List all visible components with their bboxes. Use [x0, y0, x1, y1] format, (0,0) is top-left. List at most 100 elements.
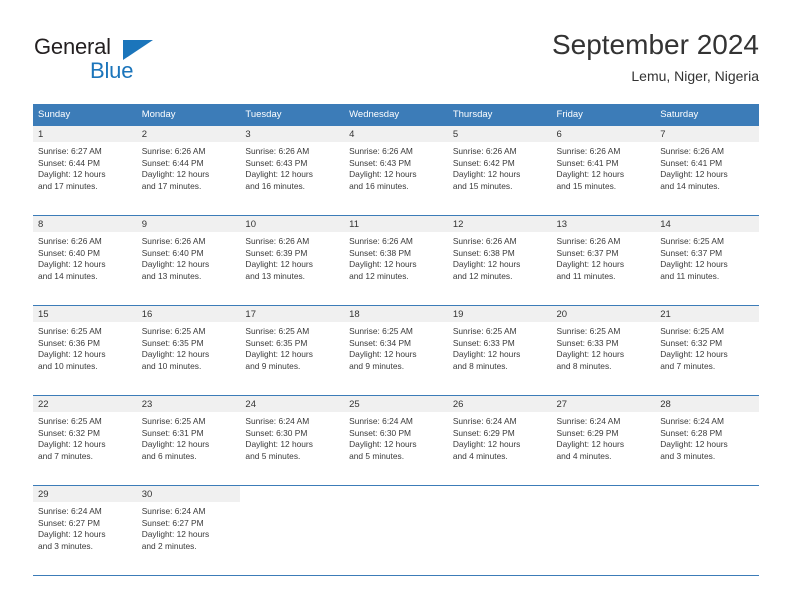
sunset-text: Sunset: 6:29 PM	[452, 427, 515, 438]
daylight-text-line1: Daylight: 12 hours	[556, 259, 625, 270]
day-cell[interactable]: 5 Sunrise: 6:26 AM Sunset: 6:42 PM Daylight…	[447, 125, 552, 216]
daylight-text-line1: Daylight: 12 hours	[141, 169, 210, 180]
day-cell[interactable]: 1 Sunrise: 6:27 AM Sunset: 6:44 PM Daylight…	[33, 125, 137, 216]
sunset-text: Sunset: 6:38 PM	[349, 247, 412, 258]
daylight-text-line2: and 9 minutes.	[245, 360, 301, 371]
week-row: 8 Sunrise: 6:26 AM Sunset: 6:40 PM Daylight…	[33, 215, 759, 306]
sunset-text: Sunset: 6:33 PM	[556, 337, 619, 348]
day-number: 17	[240, 306, 345, 322]
weekday-header-row: Sunday Monday Tuesday Wednesday Thursday…	[33, 104, 759, 126]
daylight-text-line2: and 4 minutes.	[556, 450, 612, 461]
weekday-header-wednesday: Wednesday	[344, 104, 448, 126]
day-cell[interactable]: 21 Sunrise: 6:25 AM Sunset: 6:32 PM Dayligh…	[655, 305, 759, 396]
day-cell[interactable]: 14 Sunrise: 6:25 AM Sunset: 6:37 PM Dayligh…	[655, 215, 759, 306]
day-number: 7	[655, 126, 759, 142]
day-number: 8	[33, 216, 137, 232]
weekday-header-monday: Monday	[136, 104, 241, 126]
day-cell[interactable]: 23 Sunrise: 6:25 AM Sunset: 6:31 PM Dayligh…	[136, 395, 241, 486]
sunset-text: Sunset: 6:43 PM	[245, 157, 308, 168]
sunset-text: Sunset: 6:44 PM	[141, 157, 204, 168]
page-title: September 2024	[551, 29, 759, 60]
day-number: 23	[136, 396, 241, 412]
daylight-text-line2: and 14 minutes.	[660, 180, 720, 191]
sunset-text: Sunset: 6:44 PM	[38, 157, 100, 168]
brand-logo[interactable]: General Blue	[34, 34, 174, 83]
page-subtitle: Lemu, Niger, Nigeria	[631, 68, 759, 84]
daylight-text-line1: Daylight: 12 hours	[349, 349, 417, 360]
day-cell[interactable]: 15 Sunrise: 6:25 AM Sunset: 6:36 PM Dayligh…	[33, 305, 137, 396]
day-number: 22	[33, 396, 137, 412]
day-cell[interactable]: 3 Sunrise: 6:26 AM Sunset: 6:43 PM Daylight…	[240, 125, 345, 216]
sunrise-text: Sunrise: 6:24 AM	[452, 416, 517, 426]
sunset-text: Sunset: 6:36 PM	[38, 337, 100, 348]
sunrise-text: Sunrise: 6:25 AM	[141, 326, 206, 336]
day-number	[344, 486, 448, 502]
sunset-text: Sunset: 6:38 PM	[452, 247, 515, 258]
weekday-header-thursday: Thursday	[447, 104, 552, 126]
day-cell[interactable]: 19 Sunrise: 6:25 AM Sunset: 6:33 PM Dayligh…	[447, 305, 552, 396]
day-number: 18	[344, 306, 448, 322]
sunrise-text: Sunrise: 6:26 AM	[38, 236, 102, 246]
daylight-text-line1: Daylight: 12 hours	[141, 259, 210, 270]
day-cell[interactable]: 17 Sunrise: 6:25 AM Sunset: 6:35 PM Dayligh…	[240, 305, 345, 396]
sunrise-text: Sunrise: 6:25 AM	[141, 416, 206, 426]
daylight-text-line1: Daylight: 12 hours	[245, 349, 313, 360]
day-number: 14	[655, 216, 759, 232]
day-cell[interactable]: 24 Sunrise: 6:24 AM Sunset: 6:30 PM Dayligh…	[240, 395, 345, 486]
sunset-text: Sunset: 6:32 PM	[660, 337, 723, 348]
day-number: 15	[33, 306, 137, 322]
sunrise-text: Sunrise: 6:26 AM	[452, 236, 517, 246]
sunset-text: Sunset: 6:28 PM	[660, 427, 723, 438]
day-cell[interactable]: 22 Sunrise: 6:25 AM Sunset: 6:32 PM Dayligh…	[33, 395, 137, 486]
day-cell[interactable]: 26 Sunrise: 6:24 AM Sunset: 6:29 PM Dayligh…	[447, 395, 552, 486]
day-cell[interactable]: 11 Sunrise: 6:26 AM Sunset: 6:38 PM Dayligh…	[344, 215, 448, 306]
daylight-text-line2: and 2 minutes.	[141, 540, 197, 551]
sunset-text: Sunset: 6:30 PM	[349, 427, 412, 438]
day-cell[interactable]: 7 Sunrise: 6:26 AM Sunset: 6:41 PM Daylight…	[655, 125, 759, 216]
day-number: 10	[240, 216, 345, 232]
sunrise-text: Sunrise: 6:25 AM	[349, 326, 413, 336]
weekday-header-friday: Friday	[551, 104, 656, 126]
daylight-text-line1: Daylight: 12 hours	[556, 169, 625, 180]
daylight-text-line2: and 5 minutes.	[245, 450, 301, 461]
sunrise-text: Sunrise: 6:25 AM	[452, 326, 517, 336]
sunrise-text: Sunrise: 6:26 AM	[245, 236, 310, 246]
day-cell[interactable]: 10 Sunrise: 6:26 AM Sunset: 6:39 PM Dayligh…	[240, 215, 345, 306]
day-cell[interactable]: 2 Sunrise: 6:26 AM Sunset: 6:44 PM Daylight…	[136, 125, 241, 216]
daylight-text-line1: Daylight: 12 hours	[141, 439, 210, 450]
daylight-text-line2: and 9 minutes.	[349, 360, 405, 371]
day-number	[448, 486, 552, 502]
day-number: 27	[551, 396, 656, 412]
day-cell-empty	[344, 485, 448, 576]
daylight-text-line1: Daylight: 12 hours	[38, 349, 106, 360]
sunset-text: Sunset: 6:34 PM	[349, 337, 412, 348]
sunset-text: Sunset: 6:35 PM	[141, 337, 204, 348]
day-cell[interactable]: 27 Sunrise: 6:24 AM Sunset: 6:29 PM Dayligh…	[551, 395, 656, 486]
day-cell[interactable]: 25 Sunrise: 6:24 AM Sunset: 6:30 PM Dayligh…	[344, 395, 448, 486]
calendar-body: 1 Sunrise: 6:27 AM Sunset: 6:44 PM Daylight…	[33, 125, 759, 576]
day-number: 11	[344, 216, 448, 232]
day-cell[interactable]: 9 Sunrise: 6:26 AM Sunset: 6:40 PM Daylight…	[136, 215, 241, 306]
day-number: 16	[136, 306, 241, 322]
sunset-text: Sunset: 6:27 PM	[38, 517, 100, 528]
day-cell[interactable]: 4 Sunrise: 6:26 AM Sunset: 6:43 PM Daylight…	[344, 125, 448, 216]
day-cell[interactable]: 20 Sunrise: 6:25 AM Sunset: 6:33 PM Dayligh…	[551, 305, 656, 396]
sunset-text: Sunset: 6:41 PM	[556, 157, 619, 168]
day-cell[interactable]: 28 Sunrise: 6:24 AM Sunset: 6:28 PM Dayligh…	[655, 395, 759, 486]
day-cell[interactable]: 18 Sunrise: 6:25 AM Sunset: 6:34 PM Dayligh…	[344, 305, 448, 396]
day-cell[interactable]: 12 Sunrise: 6:26 AM Sunset: 6:38 PM Dayligh…	[447, 215, 552, 306]
day-cell[interactable]: 16 Sunrise: 6:25 AM Sunset: 6:35 PM Dayligh…	[136, 305, 241, 396]
daylight-text-line1: Daylight: 12 hours	[349, 439, 417, 450]
daylight-text-line1: Daylight: 12 hours	[38, 529, 106, 540]
day-cell[interactable]: 6 Sunrise: 6:26 AM Sunset: 6:41 PM Daylight…	[551, 125, 656, 216]
sunrise-text: Sunrise: 6:26 AM	[556, 146, 621, 156]
daylight-text-line2: and 5 minutes.	[349, 450, 405, 461]
day-cell-empty	[447, 485, 552, 576]
day-cell[interactable]: 13 Sunrise: 6:26 AM Sunset: 6:37 PM Dayligh…	[551, 215, 656, 306]
sunrise-text: Sunrise: 6:25 AM	[660, 326, 724, 336]
day-cell[interactable]: 30 Sunrise: 6:24 AM Sunset: 6:27 PM Dayligh…	[136, 485, 241, 576]
day-cell[interactable]: 29 Sunrise: 6:24 AM Sunset: 6:27 PM Dayligh…	[33, 485, 137, 576]
title-block: September 2024 Lemu, Niger, Nigeria	[552, 28, 759, 86]
week-row: 29 Sunrise: 6:24 AM Sunset: 6:27 PM Dayligh…	[33, 485, 759, 576]
day-cell[interactable]: 8 Sunrise: 6:26 AM Sunset: 6:40 PM Daylight…	[33, 215, 137, 306]
